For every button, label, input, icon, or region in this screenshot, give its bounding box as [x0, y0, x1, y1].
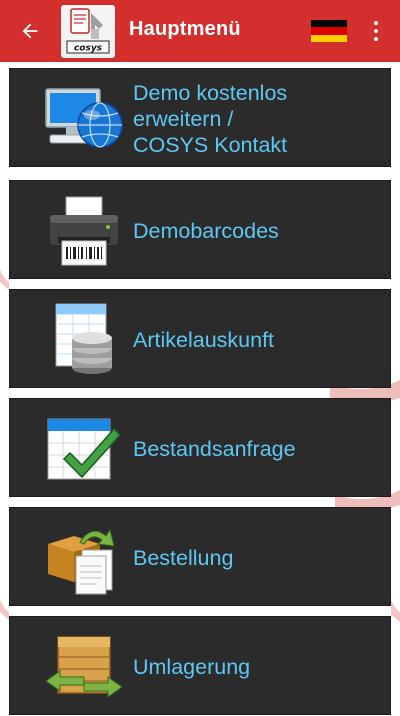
menu-item-label: Artikelauskunft	[133, 327, 275, 352]
menu-item-label: Bestellung	[133, 545, 234, 570]
menu-item-label: Umlagerung	[133, 654, 251, 679]
page-title: Hauptmenü	[129, 18, 241, 40]
menu-item-demobarcodes[interactable]: Demobarcodes	[9, 180, 391, 279]
menu-item-label: Bestandsanfrage	[133, 436, 296, 461]
menu-item-bestellung[interactable]: Bestellung	[9, 507, 391, 606]
more-options-icon[interactable]	[362, 16, 390, 46]
menu-item-artikelauskunft[interactable]: Artikelauskunft	[9, 289, 391, 388]
app-bar: cosys Hauptmenü	[0, 0, 400, 62]
menu-item-demo-contact[interactable]: Demo kostenlos erweitern / COSYS Kontakt	[9, 68, 391, 167]
menu-item-bestandsanfrage[interactable]: Bestandsanfrage	[9, 398, 391, 497]
german-flag-icon[interactable]	[311, 20, 347, 42]
crate-arrows-icon	[44, 629, 124, 705]
menu-item-label: Demo kostenlos erweitern / COSYS Kontakt	[133, 80, 288, 157]
menu-item-label: Demobarcodes	[133, 218, 279, 243]
back-arrow-icon[interactable]	[14, 15, 46, 47]
calendar-check-icon	[44, 411, 124, 487]
svg-text:cosys: cosys	[74, 44, 103, 54]
monitor-globe-icon	[44, 81, 124, 157]
box-documents-icon	[44, 520, 124, 596]
database-table-icon	[44, 302, 124, 378]
printer-icon	[44, 193, 124, 269]
cosys-logo: cosys	[61, 5, 115, 58]
menu-item-umlagerung[interactable]: Umlagerung	[9, 616, 391, 715]
